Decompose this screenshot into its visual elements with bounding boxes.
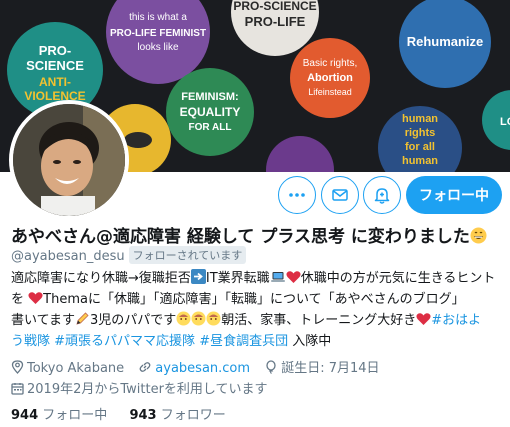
baby-face-icon <box>191 311 206 326</box>
svg-text:Lifeinstead: Lifeinstead <box>308 87 352 97</box>
pin-feminism-equality: FEMINISM: EQUALITY FOR ALL <box>166 68 254 156</box>
svg-text:LO: LO <box>500 116 510 128</box>
location-pin-icon <box>11 360 24 374</box>
svg-text:human: human <box>402 113 438 125</box>
following-button[interactable]: フォロー中 <box>406 176 502 214</box>
handle-row: @ayabesan_desu フォローされています <box>11 246 247 264</box>
svg-text:FOR ALL: FOR ALL <box>189 122 232 133</box>
svg-text:PRO-LIFE: PRO-LIFE <box>245 14 306 29</box>
pencil-icon <box>76 312 89 325</box>
follows-you-badge: フォローされています <box>128 246 247 264</box>
svg-text:Basic rights,: Basic rights, <box>303 58 357 69</box>
profile-joined: 2019年2月からTwitterを利用しています <box>11 378 278 397</box>
hashtag-link[interactable]: う戦隊 <box>11 334 50 349</box>
follow-stats: 944 フォロー中 943 フォロワー <box>11 404 244 423</box>
bio-line: 適応障害になり休職→復職拒否 IT業界転職 休職中の方が元気に生きるヒント <box>11 269 496 286</box>
grinning-face-icon <box>470 227 487 244</box>
baby-face-icon <box>206 311 221 326</box>
bio-line: を Themaに「休職」「適応障害」「転職」について「あやべさんのブログ」 <box>11 292 465 307</box>
hashtag-link[interactable]: #おはよ <box>431 313 481 328</box>
svg-text:human: human <box>402 155 438 167</box>
hashtag-link[interactable]: #頑張るパパママ応援隊 <box>54 334 195 349</box>
website-link[interactable]: ayabesan.com <box>155 361 250 376</box>
balloon-icon <box>266 360 276 374</box>
heart-icon <box>286 271 301 283</box>
svg-text:rights: rights <box>405 127 436 139</box>
svg-text:PRO-LIFE FEMINIST: PRO-LIFE FEMINIST <box>110 28 206 39</box>
svg-text:FEMINISM:: FEMINISM: <box>181 91 238 103</box>
svg-text:for all: for all <box>405 141 435 153</box>
svg-text:Rehumanize: Rehumanize <box>407 34 484 49</box>
heart-icon <box>28 292 43 304</box>
baby-face-icon <box>176 311 191 326</box>
message-button[interactable] <box>321 176 359 214</box>
notifications-button[interactable] <box>363 176 401 214</box>
following-count[interactable]: 944 フォロー中 <box>11 404 107 423</box>
more-button[interactable] <box>278 176 316 214</box>
svg-text:Abortion: Abortion <box>307 72 353 84</box>
website[interactable]: ayabesan.com <box>138 360 250 376</box>
right-arrow-icon <box>190 269 206 284</box>
calendar-icon <box>11 383 24 395</box>
heart-icon <box>416 313 431 325</box>
profile-name-text: あやべさん@適応障害 経験して プラス思考 に変わりました <box>11 227 470 247</box>
profile-bio: 適応障害になり休職→復職拒否 IT業界転職 休職中の方が元気に生きるヒント を Th… <box>11 268 503 352</box>
location: Tokyo Akabane <box>11 360 124 376</box>
birthday: 誕生日: 7月14日 <box>264 357 380 376</box>
svg-text:PRO-SCIENCE: PRO-SCIENCE <box>233 0 316 13</box>
profile-name: あやべさん@適応障害 経験して プラス思考 に変わりました <box>11 222 487 247</box>
pin-basic-rights: Basic rights, Abortion Lifeinstead <box>290 38 370 118</box>
svg-text:SCIENCE: SCIENCE <box>26 58 84 73</box>
profile-meta: Tokyo Akabane ayabesan.com 誕生日: 7月14日 <box>11 357 390 376</box>
profile-actions: フォロー中 <box>0 176 510 216</box>
link-icon <box>139 362 151 372</box>
followers-count[interactable]: 943 フォロワー <box>129 404 225 423</box>
hashtag-link[interactable]: #昼食調査兵団 <box>199 334 288 349</box>
svg-text:ANTI-: ANTI- <box>39 75 71 89</box>
envelope-icon <box>332 189 348 201</box>
profile-handle: @ayabesan_desu <box>11 249 125 264</box>
more-icon <box>289 193 305 197</box>
joined-date: 2019年2月からTwitterを利用しています <box>11 378 268 397</box>
svg-text:this is what a: this is what a <box>129 12 187 23</box>
pin-rehumanize: Rehumanize <box>399 0 491 88</box>
svg-text:PRO-: PRO- <box>39 43 72 58</box>
svg-text:looks like: looks like <box>137 42 179 53</box>
bio-line: 書いてます 3児のパパです 朝活、家事、トレーニング大好き #おはよ <box>11 311 482 328</box>
bio-line: う戦隊 #頑張るパパママ応援隊 #昼食調査兵団 入隊中 <box>11 334 332 349</box>
laptop-icon <box>270 272 285 282</box>
svg-text:EQUALITY: EQUALITY <box>180 105 241 119</box>
bell-plus-icon <box>374 188 390 204</box>
